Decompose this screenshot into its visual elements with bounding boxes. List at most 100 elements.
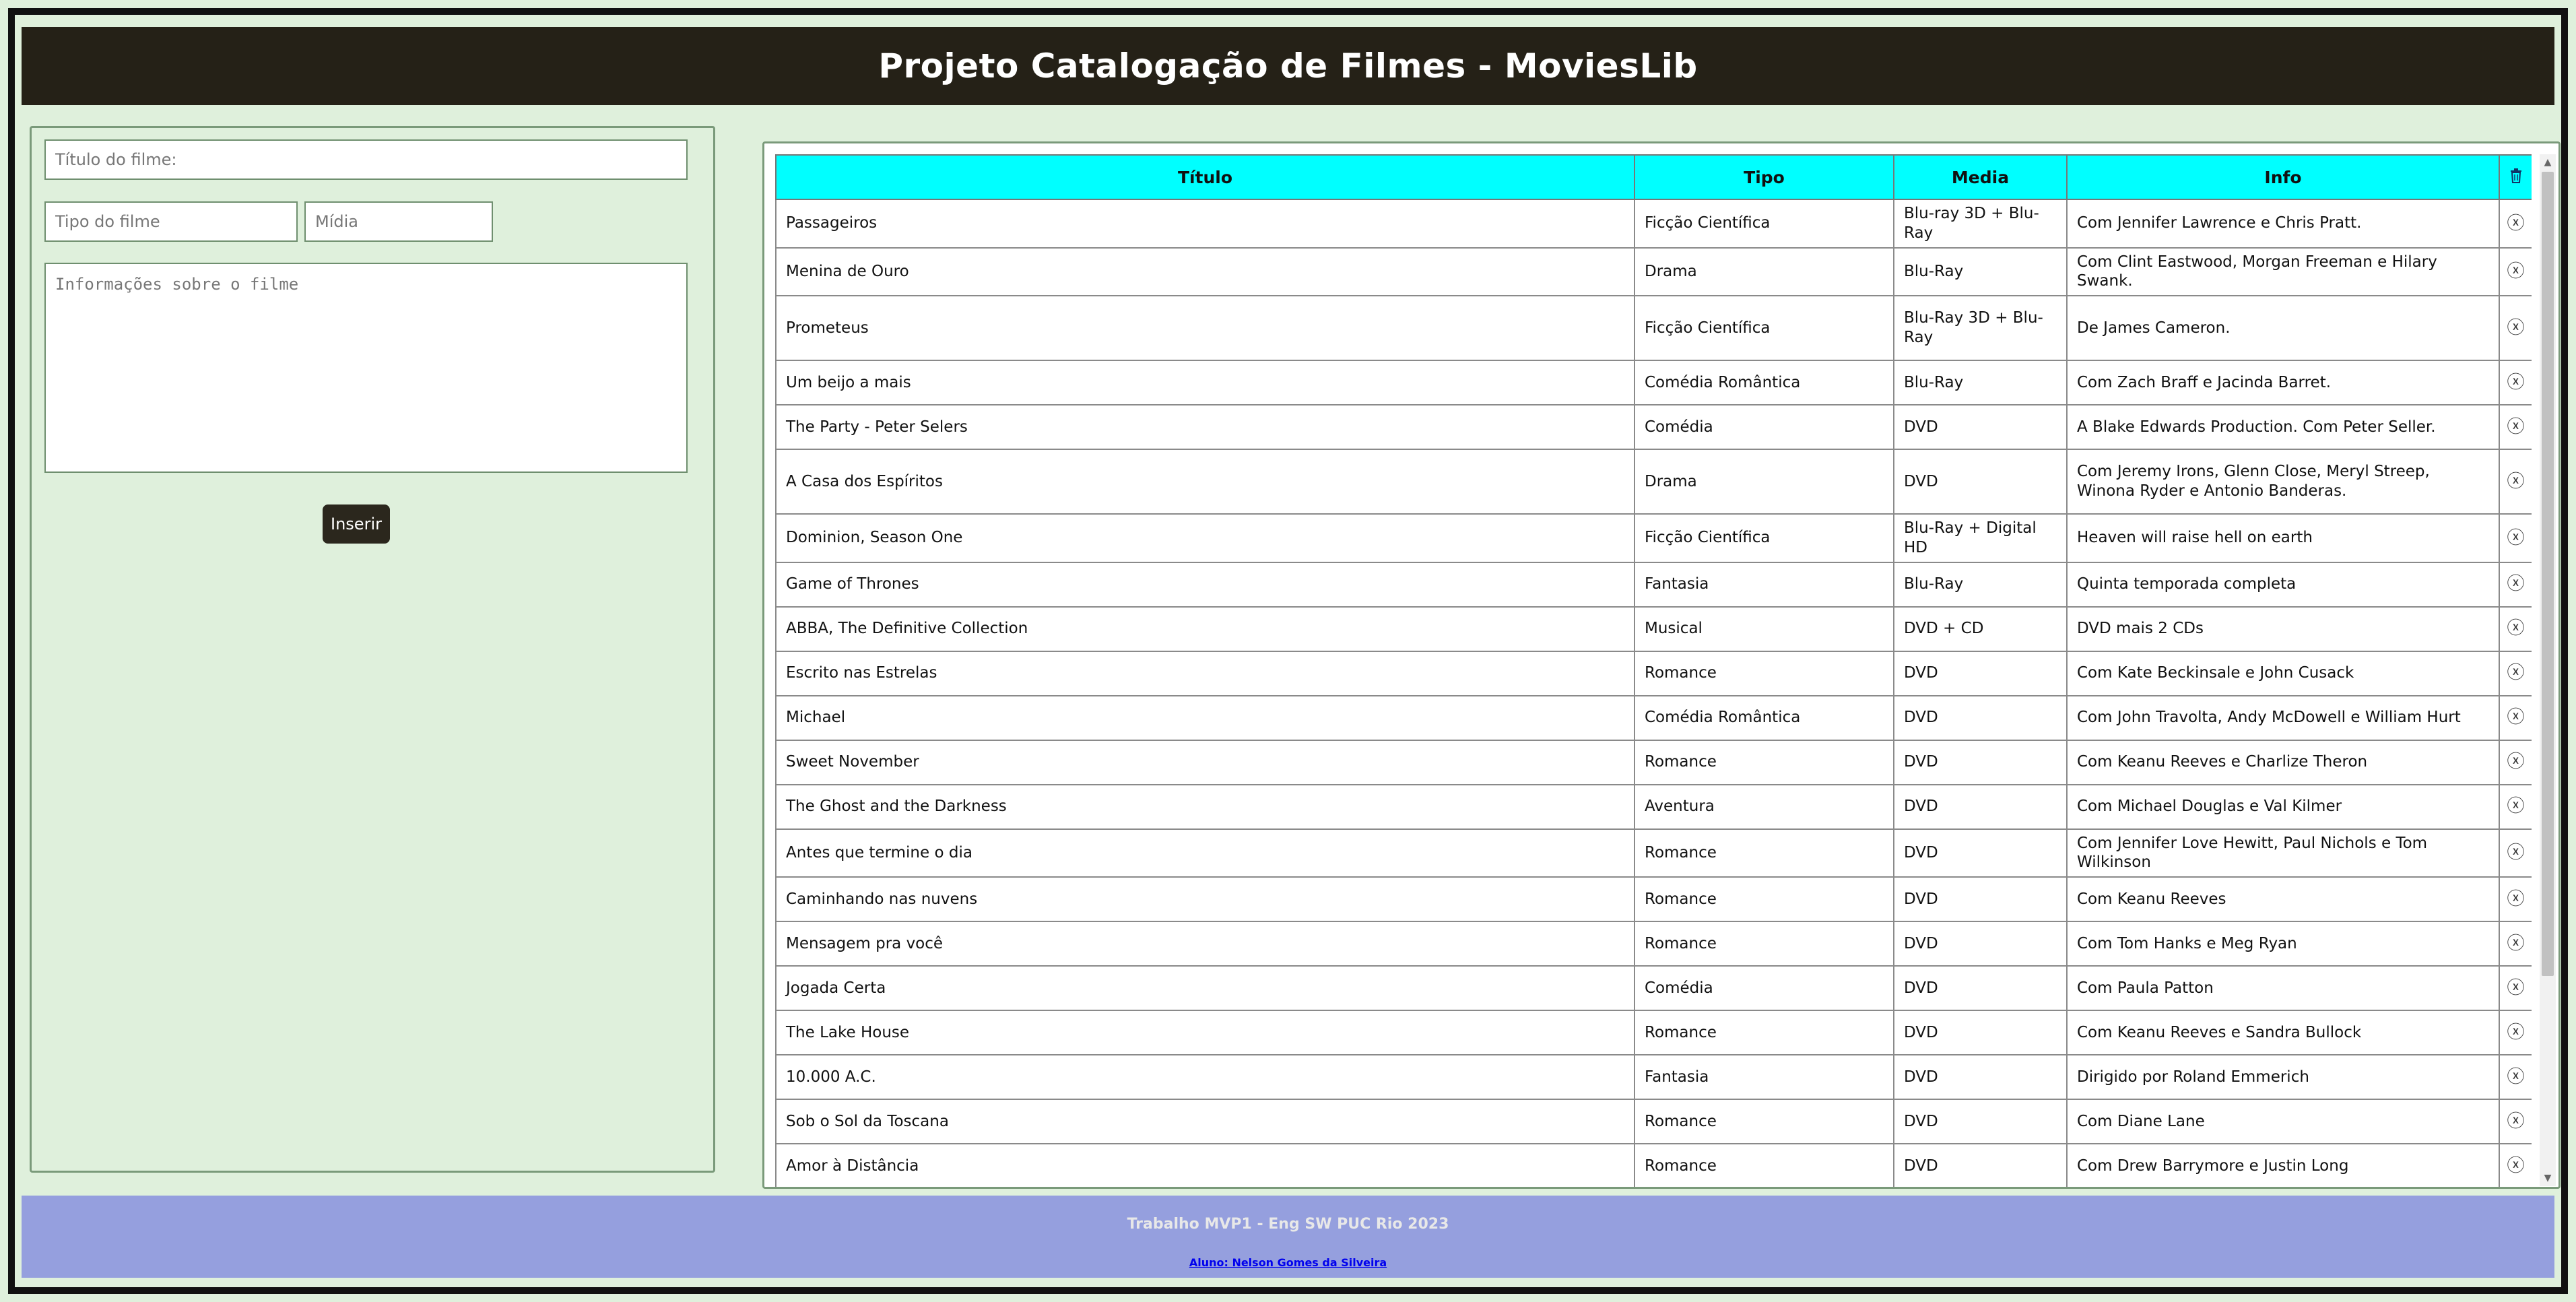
cell-media: DVD	[1893, 965, 2068, 1011]
movie-media-input[interactable]	[304, 201, 493, 242]
app-footer: Trabalho MVP1 - Eng SW PUC Rio 2023 Alun…	[22, 1196, 2554, 1278]
cell-tipo: Romance	[1634, 1099, 1894, 1144]
delete-row-button[interactable]: ⓧ	[2499, 1010, 2532, 1055]
header-delete[interactable]	[2499, 154, 2532, 200]
delete-row-button[interactable]: ⓧ	[2499, 449, 2532, 515]
cell-media: DVD	[1893, 404, 2068, 450]
cell-info: Com Diane Lane	[2066, 1099, 2500, 1144]
cell-info: Com Jennifer Love Hewitt, Paul Nichols e…	[2066, 828, 2500, 878]
cell-titulo: ABBA, The Definitive Collection	[775, 606, 1635, 652]
movies-table-panel: Título Tipo Media Info Passageiros Ficçã…	[762, 141, 2561, 1189]
delete-row-button[interactable]: ⓧ	[2499, 876, 2532, 922]
cell-tipo: Ficção Científica	[1634, 295, 1894, 361]
cell-info: DVD mais 2 CDs	[2066, 606, 2500, 652]
trash-icon[interactable]	[2510, 168, 2522, 183]
cell-info: Com Tom Hanks e Meg Ryan	[2066, 921, 2500, 967]
cell-info: Com Keanu Reeves e Sandra Bullock	[2066, 1010, 2500, 1055]
cell-info: Com John Travolta, Andy McDowell e Willi…	[2066, 694, 2500, 741]
cell-media: Blu-Ray	[1893, 247, 2068, 296]
table-scrollbar[interactable]: ▲ ▼	[2540, 154, 2556, 1186]
header-tipo: Tipo	[1634, 154, 1894, 200]
delete-row-button[interactable]: ⓧ	[2499, 561, 2532, 608]
cell-tipo: Romance	[1634, 1143, 1894, 1187]
insert-button[interactable]: Inserir	[323, 504, 390, 544]
cell-info: Com Zach Braff e Jacinda Barret.	[2066, 360, 2500, 405]
scroll-up-arrow[interactable]: ▲	[2540, 154, 2556, 170]
table-row: Caminhando nas nuvens Romance DVD Com Keanu…	[775, 876, 2532, 922]
cell-media: DVD	[1893, 921, 2068, 967]
cell-media: DVD	[1893, 783, 2068, 830]
cell-info: Dirigido por Roland Emmerich	[2066, 1054, 2500, 1100]
scrollbar-thumb[interactable]	[2542, 172, 2554, 976]
table-row: Amor à Distância Romance DVD Com Drew Barry…	[775, 1143, 2532, 1187]
cell-media: DVD	[1893, 828, 2068, 878]
cell-titulo: Michael	[775, 694, 1635, 741]
cell-media: DVD	[1893, 1054, 2068, 1100]
cell-info: Com Keanu Reeves	[2066, 876, 2500, 922]
cell-titulo: Passageiros	[775, 199, 1635, 249]
cell-media: DVD	[1893, 876, 2068, 922]
delete-row-button[interactable]: ⓧ	[2499, 650, 2532, 696]
delete-row-button[interactable]: ⓧ	[2499, 513, 2532, 563]
cell-tipo: Romance	[1634, 1010, 1894, 1055]
table-scroll-area[interactable]: Título Tipo Media Info Passageiros Ficçã…	[775, 154, 2532, 1187]
cell-tipo: Comédia Romântica	[1634, 694, 1894, 741]
table-row: A Casa dos Espíritos Drama DVD Com Jeremy I…	[775, 449, 2532, 515]
table-row: Michael Comédia Romântica DVD Com John Trav…	[775, 694, 2532, 741]
movie-title-input[interactable]	[44, 139, 688, 180]
cell-info: Com Kate Beckinsale e John Cusack	[2066, 650, 2500, 696]
cell-media: DVD	[1893, 1099, 2068, 1144]
delete-row-button[interactable]: ⓧ	[2499, 295, 2532, 361]
table-row: The Lake House Romance DVD Com Keanu Reeves…	[775, 1010, 2532, 1055]
delete-row-button[interactable]: ⓧ	[2499, 965, 2532, 1011]
delete-row-button[interactable]: ⓧ	[2499, 1054, 2532, 1100]
table-row: Passageiros Ficção Científica Blu-ray 3D +…	[775, 199, 2532, 249]
movie-info-textarea[interactable]	[44, 263, 688, 473]
cell-media: DVD	[1893, 739, 2068, 785]
scroll-down-arrow[interactable]: ▼	[2540, 1170, 2556, 1186]
cell-info: Com Drew Barrymore e Justin Long	[2066, 1143, 2500, 1187]
cell-info: Quinta temporada completa	[2066, 561, 2500, 608]
cell-info: Heaven will raise hell on earth	[2066, 513, 2500, 563]
header-media: Media	[1893, 154, 2068, 200]
cell-media: Blu-ray 3D + Blu-Ray	[1893, 199, 2068, 249]
cell-tipo: Drama	[1634, 247, 1894, 296]
header-info: Info	[2066, 154, 2500, 200]
cell-tipo: Romance	[1634, 650, 1894, 696]
cell-info: A Blake Edwards Production. Com Peter Se…	[2066, 404, 2500, 450]
cell-tipo: Comédia Romântica	[1634, 360, 1894, 405]
cell-media: DVD	[1893, 1010, 2068, 1055]
delete-row-button[interactable]: ⓧ	[2499, 828, 2532, 878]
delete-row-button[interactable]: ⓧ	[2499, 739, 2532, 785]
delete-row-button[interactable]: ⓧ	[2499, 1143, 2532, 1187]
movie-type-input[interactable]	[44, 201, 298, 242]
delete-row-button[interactable]: ⓧ	[2499, 360, 2532, 405]
delete-row-button[interactable]: ⓧ	[2499, 247, 2532, 296]
cell-info: Com Michael Douglas e Val Kilmer	[2066, 783, 2500, 830]
cell-titulo: Dominion, Season One	[775, 513, 1635, 563]
cell-titulo: Sob o Sol da Toscana	[775, 1099, 1635, 1144]
cell-tipo: Romance	[1634, 921, 1894, 967]
cell-info: Com Jeremy Irons, Glenn Close, Meryl Str…	[2066, 449, 2500, 515]
delete-row-button[interactable]: ⓧ	[2499, 404, 2532, 450]
cell-tipo: Romance	[1634, 828, 1894, 878]
delete-row-button[interactable]: ⓧ	[2499, 606, 2532, 652]
table-row: Um beijo a mais Comédia Romântica Blu-Ray C…	[775, 360, 2532, 405]
student-link[interactable]: Aluno: Nelson Gomes da Silveira	[1189, 1256, 1387, 1269]
cell-media: DVD	[1893, 1143, 2068, 1187]
cell-titulo: The Party - Peter Selers	[775, 404, 1635, 450]
delete-row-button[interactable]: ⓧ	[2499, 694, 2532, 741]
cell-tipo: Ficção Científica	[1634, 513, 1894, 563]
cell-media: Blu-Ray + Digital HD	[1893, 513, 2068, 563]
cell-titulo: Antes que termine o dia	[775, 828, 1635, 878]
table-row: The Party - Peter Selers Comédia DVD A Blak…	[775, 404, 2532, 450]
delete-row-button[interactable]: ⓧ	[2499, 199, 2532, 249]
cell-info: De James Cameron.	[2066, 295, 2500, 361]
cell-tipo: Romance	[1634, 739, 1894, 785]
delete-row-button[interactable]: ⓧ	[2499, 783, 2532, 830]
cell-titulo: Game of Thrones	[775, 561, 1635, 608]
cell-info: Com Jennifer Lawrence e Chris Pratt.	[2066, 199, 2500, 249]
delete-row-button[interactable]: ⓧ	[2499, 921, 2532, 967]
movies-table: Título Tipo Media Info Passageiros Ficçã…	[775, 154, 2532, 1187]
delete-row-button[interactable]: ⓧ	[2499, 1099, 2532, 1144]
